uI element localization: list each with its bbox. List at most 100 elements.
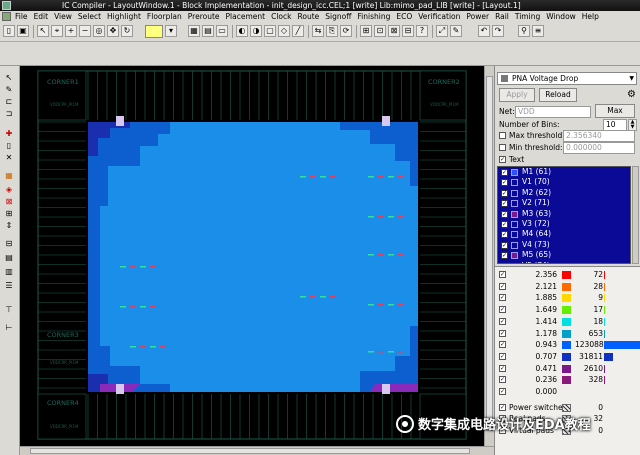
min-threshold-checkbox[interactable] [499,144,506,151]
cell-icon[interactable]: ⊡ [374,25,386,37]
options-icon[interactable]: ≡ [532,25,544,37]
shape-tool-icon[interactable]: ◈ [3,184,15,195]
layers-icon[interactable]: ▤ [202,25,214,37]
menu-power[interactable]: Power [463,12,492,21]
layout-tool-icon[interactable]: ▤ [3,252,15,263]
menu-finishing[interactable]: Finishing [354,12,393,21]
text-checkbox[interactable]: ✓ [499,156,506,163]
bin-checkbox[interactable]: ✓ [499,282,506,290]
layer-visible-checkbox[interactable]: ✓ [501,252,508,260]
bin-checkbox[interactable]: ✓ [499,364,506,372]
align-tool-icon[interactable]: ☰ [3,280,15,291]
bin-checkbox[interactable]: ✓ [499,376,506,384]
zoom-next-icon[interactable]: ◑ [250,25,262,37]
grid-icon[interactable]: ▦ [188,25,200,37]
extra-checkbox[interactable]: ✓ [499,403,506,411]
ruler-tool-icon[interactable]: ⊢ [3,322,15,333]
refresh-icon[interactable]: ↻ [121,25,133,37]
filter-icon[interactable]: ⚲ [518,25,530,37]
layer-row[interactable]: ✓ V3 (72) [498,219,630,229]
bin-checkbox[interactable]: ✓ [499,388,506,395]
layer-visible-checkbox[interactable]: ✓ [501,241,508,249]
menu-floorplan[interactable]: Floorplan [144,12,185,21]
menu-clock[interactable]: Clock [268,12,294,21]
dropdown-icon[interactable]: ▾ [165,25,177,37]
delete-tool-icon[interactable]: ✕ [3,152,15,163]
layer-row[interactable]: ✓ V5 (74) [498,261,630,263]
menu-help[interactable]: Help [579,12,602,21]
reload-button[interactable]: Reload [539,88,577,102]
layer-row[interactable]: ✓ M4 (64) [498,229,630,239]
layout-canvas[interactable]: CORNER1 CORNER2 CORNER3 CORNER4 VDDCPR_P… [20,66,484,446]
net-icon[interactable]: ⊞ [360,25,372,37]
menu-eco[interactable]: ECO [393,12,415,21]
copy-icon[interactable]: ⎘ [326,25,338,37]
canvas-vertical-scrollbar[interactable] [484,66,494,446]
layer-visible-checkbox[interactable]: ✓ [501,220,508,228]
layer-visible-checkbox[interactable]: ✓ [501,179,508,187]
net-input[interactable]: VDD [515,106,591,118]
grid-tool-icon[interactable]: ▥ [3,266,15,277]
palette-tool-icon[interactable]: ▦ [3,170,15,181]
open-icon[interactable]: ▯ [3,25,15,37]
undo-icon[interactable]: ↶ [478,25,490,37]
menu-route[interactable]: Route [294,12,322,21]
menu-preroute[interactable]: Preroute [185,12,223,21]
pin-icon[interactable]: ⊠ [388,25,400,37]
layer-row[interactable]: ✓ M5 (65) [498,250,630,260]
layer-visible-checkbox[interactable]: ✓ [501,262,508,263]
menu-edit[interactable]: Edit [31,12,52,21]
box-tool-icon[interactable]: ▯ [3,140,15,151]
scroll-thumb[interactable] [486,76,493,431]
max-threshold-input[interactable]: 2.356340 [563,130,635,142]
move-icon[interactable]: ⇆ [312,25,324,37]
text-tool-icon[interactable]: ⊤ [3,304,15,315]
zoom-prev-icon[interactable]: ◐ [236,25,248,37]
stretch-tool-icon[interactable]: ⇕ [3,220,15,231]
gear-icon[interactable]: ⚙ [627,89,636,101]
bin-checkbox[interactable]: ✓ [499,294,506,302]
menu-select[interactable]: Select [75,12,104,21]
layer-visible-checkbox[interactable]: ✓ [501,189,508,197]
visual-mode-select[interactable]: PNA Voltage Drop ▼ [497,72,637,85]
select-tool-icon[interactable]: ↖ [3,72,15,83]
annotate-icon[interactable]: ✎ [450,25,462,37]
menu-verification[interactable]: Verification [415,12,463,21]
layer-visible-checkbox[interactable]: ✓ [501,231,508,239]
layer-row[interactable]: ✓ M3 (63) [498,209,630,219]
menu-highlight[interactable]: Highlight [104,12,144,21]
rotate-icon[interactable]: ⟳ [340,25,352,37]
zoom-out-icon[interactable]: − [79,25,91,37]
menu-window[interactable]: Window [543,12,579,21]
query-icon[interactable]: ? [416,25,428,37]
layer-row[interactable]: ✓ M2 (62) [498,188,630,198]
bin-checkbox[interactable]: ✓ [499,271,506,278]
zoom-fit-icon[interactable]: ⌖ [51,25,63,37]
layout-view[interactable]: CORNER1 CORNER2 CORNER3 CORNER4 VDDCPR_P… [20,66,484,446]
max-threshold-checkbox[interactable] [499,132,506,139]
layer-row[interactable]: ✓ V2 (71) [498,198,630,208]
split-tool-icon[interactable]: ⊞ [3,208,15,219]
save-icon[interactable]: ▣ [17,25,29,37]
select-box-icon[interactable]: ▢ [264,25,276,37]
zoom-area-icon[interactable]: ◎ [93,25,105,37]
layer-row[interactable]: ✓ V1 (70) [498,177,630,187]
highlight-color-select[interactable] [145,25,163,38]
menu-signoff[interactable]: Signoff [322,12,354,21]
bin-checkbox[interactable]: ✓ [499,341,506,349]
layer-visible-checkbox[interactable]: ✓ [501,210,508,218]
wire-tool-icon[interactable]: ⊐ [3,108,15,119]
hierarchy-tool-icon[interactable]: ⊟ [3,238,15,249]
menu-timing[interactable]: Timing [512,12,543,21]
select-line-icon[interactable]: ╱ [292,25,304,37]
layer-visible-checkbox[interactable]: ✓ [501,200,508,208]
layer-list-scrollbar[interactable] [632,166,639,264]
pan-icon[interactable]: ✥ [107,25,119,37]
bin-checkbox[interactable]: ✓ [499,306,506,314]
layer-row[interactable]: ✓ V4 (73) [498,240,630,250]
menu-rail[interactable]: Rail [492,12,512,21]
canvas-horizontal-scrollbar[interactable] [20,446,494,455]
min-threshold-input[interactable]: 0.000000 [563,142,635,154]
layer-row[interactable]: ✓ M1 (61) [498,167,630,177]
bin-checkbox[interactable]: ✓ [499,329,506,337]
